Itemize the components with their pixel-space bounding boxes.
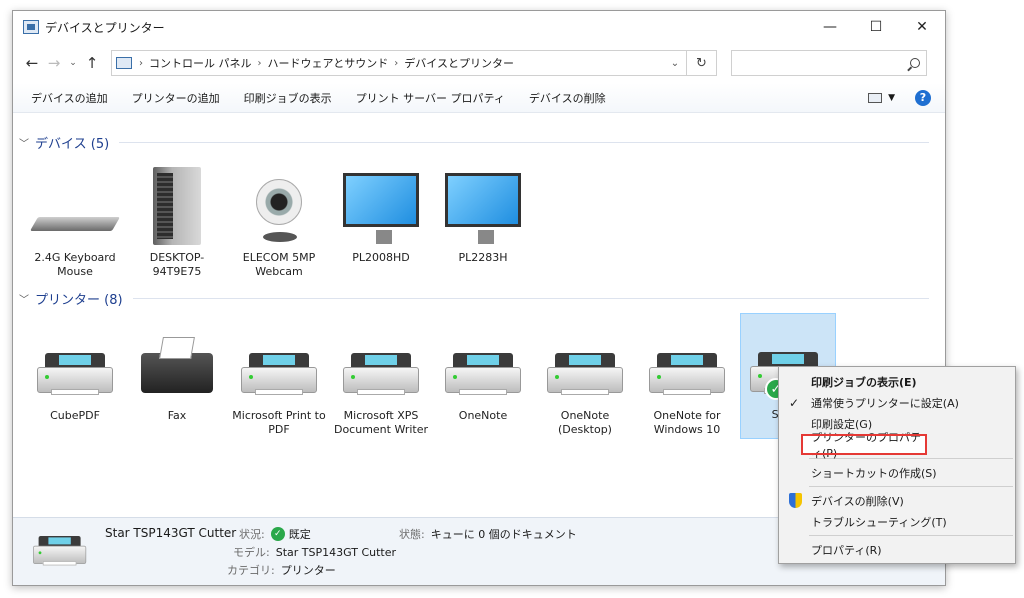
refresh-button[interactable]: ↻ xyxy=(687,50,717,76)
minimize-button[interactable]: — xyxy=(807,11,853,43)
webcam-icon xyxy=(256,179,302,242)
checkmark-icon: ✓ xyxy=(789,395,800,410)
menu-item-properties[interactable]: プロパティ(R) xyxy=(779,539,1015,560)
details-model: モデル: Star TSP143GT Cutter xyxy=(233,545,397,560)
group-label: デバイス (5) xyxy=(35,137,110,152)
printer-icon xyxy=(343,353,419,397)
device-label: ELECOM 5MP Webcam xyxy=(242,251,316,278)
breadcrumb-devices-printers[interactable]: デバイスとプリンター xyxy=(404,55,514,71)
breadcrumb-hardware-sound[interactable]: ハードウェアとサウンド xyxy=(268,55,389,71)
device-label: PL2283H xyxy=(458,251,508,264)
address-row: ← → ⌄ ↑ › コントロール パネル › ハードウェアとサウンド › デバイ… xyxy=(13,43,945,83)
printer-item[interactable]: OneNote xyxy=(435,315,531,423)
device-item[interactable]: ELECOM 5MP Webcam xyxy=(231,157,327,279)
printer-label: OneNote (Desktop) xyxy=(558,409,612,436)
keyboard-icon xyxy=(29,217,121,231)
details-state: 状態: キューに 0 個のドキュメント xyxy=(399,528,577,541)
menu-separator xyxy=(809,486,1013,487)
group-header-printers[interactable]: ﹀ プリンター (8) xyxy=(19,289,929,308)
printer-label: CubePDF xyxy=(50,409,100,422)
device-item[interactable]: 2.4G Keyboard Mouse xyxy=(27,157,123,279)
menu-item-create-shortcut[interactable]: ショートカットの作成(S) xyxy=(779,462,1015,483)
chevron-down-icon: ﹀ xyxy=(19,139,29,150)
shield-icon xyxy=(789,493,802,508)
address-bar[interactable]: › コントロール パネル › ハードウェアとサウンド › デバイスとプリンター … xyxy=(111,50,687,76)
command-bar-right: ▼ ? xyxy=(868,89,931,106)
monitor-icon xyxy=(445,173,521,244)
command-bar: デバイスの追加 プリンターの追加 印刷ジョブの表示 プリント サーバー プロパテ… xyxy=(13,83,945,113)
printer-label: OneNote for Windows 10 xyxy=(653,409,721,436)
see-print-jobs-button[interactable]: 印刷ジョブの表示 xyxy=(244,90,332,106)
maximize-button[interactable]: ☐ xyxy=(853,11,899,43)
device-label: PL2008HD xyxy=(352,251,410,264)
context-menu: 印刷ジョブの表示(E) ✓ 通常使うプリンターに設定(A) 印刷設定(G) プリ… xyxy=(778,366,1016,564)
address-dropdown-icon[interactable]: ⌄ xyxy=(664,58,686,69)
printer-item[interactable]: OneNote (Desktop) xyxy=(537,315,633,437)
remove-device-button[interactable]: デバイスの削除 xyxy=(529,90,606,106)
chevron-down-icon: ﹀ xyxy=(19,295,29,306)
device-item[interactable]: PL2008HD xyxy=(333,157,429,265)
menu-item-printer-properties[interactable]: プリンターのプロパティ(P) xyxy=(801,431,927,460)
group-divider xyxy=(132,298,929,299)
help-icon[interactable]: ? xyxy=(915,89,931,106)
menu-item-remove-device[interactable]: デバイスの削除(V) xyxy=(779,490,1015,511)
printer-label: Microsoft Print to PDF xyxy=(232,409,326,436)
group-header-devices[interactable]: ﹀ デバイス (5) xyxy=(19,133,929,152)
menu-item-set-default-printer[interactable]: ✓ 通常使うプリンターに設定(A) xyxy=(779,392,1015,413)
device-item[interactable]: PL2283H xyxy=(435,157,531,265)
ok-icon: ✓ xyxy=(270,527,285,541)
close-button[interactable]: ✕ xyxy=(899,11,945,43)
print-server-properties-button[interactable]: プリント サーバー プロパティ xyxy=(356,90,505,106)
printer-label: Fax xyxy=(167,409,187,422)
device-label: DESKTOP-94T9E75 xyxy=(149,251,205,278)
recent-locations-button[interactable]: ⌄ xyxy=(65,58,81,68)
fax-icon xyxy=(141,353,213,393)
printer-icon xyxy=(547,353,623,397)
view-options-icon[interactable] xyxy=(868,92,883,103)
group-divider xyxy=(119,142,929,143)
forward-button[interactable]: → xyxy=(43,54,65,72)
chevron-right-icon: › xyxy=(257,57,262,69)
menu-separator xyxy=(809,535,1013,536)
menu-item-troubleshoot[interactable]: トラブルシューティング(T) xyxy=(779,511,1015,532)
printer-icon xyxy=(37,353,113,397)
group-label: プリンター (8) xyxy=(35,293,123,308)
device-item[interactable]: DESKTOP-94T9E75 xyxy=(129,157,225,279)
title-bar: デバイスとプリンター — ☐ ✕ xyxy=(13,11,945,43)
details-printer-icon xyxy=(33,536,87,571)
details-device-name: Star TSP143GT Cutter xyxy=(105,526,237,540)
computer-tower-icon xyxy=(153,167,201,245)
printer-label: Microsoft XPS Document Writer xyxy=(333,409,429,436)
chevron-right-icon: › xyxy=(394,57,399,69)
window-title: デバイスとプリンター xyxy=(45,20,165,35)
devices-printers-icon xyxy=(23,20,39,34)
search-icon xyxy=(910,58,920,68)
printer-item[interactable]: Fax xyxy=(129,315,225,423)
printer-icon xyxy=(649,353,725,397)
printer-item[interactable]: CubePDF xyxy=(27,315,123,423)
printer-label: OneNote xyxy=(458,409,508,422)
menu-item-see-print-jobs[interactable]: 印刷ジョブの表示(E) xyxy=(779,371,1015,392)
back-button[interactable]: ← xyxy=(21,54,43,72)
up-button[interactable]: ↑ xyxy=(81,54,103,72)
monitor-icon xyxy=(343,173,419,244)
add-printer-button[interactable]: プリンターの追加 xyxy=(132,90,220,106)
printer-icon xyxy=(445,353,521,397)
window-controls: — ☐ ✕ xyxy=(807,11,945,43)
breadcrumb-control-panel[interactable]: コントロール パネル xyxy=(149,55,252,71)
search-input[interactable] xyxy=(731,50,927,76)
add-device-button[interactable]: デバイスの追加 xyxy=(31,90,108,106)
details-status: 状況: ✓ 既定 xyxy=(239,527,311,541)
printer-item[interactable]: Microsoft Print to PDF xyxy=(231,315,327,437)
control-panel-icon xyxy=(116,57,132,69)
printer-icon xyxy=(33,536,87,567)
view-dropdown-icon[interactable]: ▼ xyxy=(888,93,895,103)
printer-item[interactable]: Microsoft XPS Document Writer xyxy=(333,315,429,437)
chevron-right-icon: › xyxy=(139,57,143,69)
device-label: 2.4G Keyboard Mouse xyxy=(34,251,116,278)
printer-icon xyxy=(241,353,317,397)
printer-item[interactable]: OneNote for Windows 10 xyxy=(639,315,735,437)
details-category: カテゴリ: プリンター xyxy=(227,564,336,577)
